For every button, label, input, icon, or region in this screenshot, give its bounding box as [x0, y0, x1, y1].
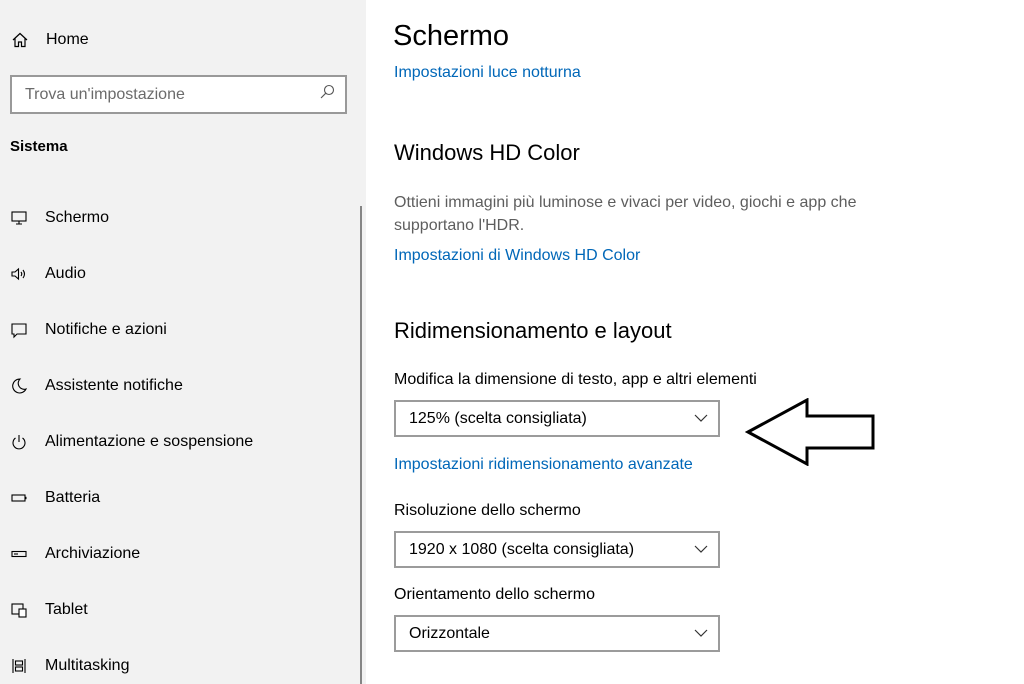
sidebar-item-archiviazione[interactable]: Archiviazione: [0, 526, 360, 582]
sidebar-item-label: Tablet: [45, 601, 88, 618]
sidebar: Home Trova un'impostazione Sistema Scher…: [0, 0, 366, 684]
multitasking-icon: [9, 656, 29, 676]
orientation-dropdown[interactable]: Orizzontale: [394, 615, 720, 652]
sidebar-item-label: Schermo: [45, 209, 110, 226]
night-light-settings-link[interactable]: Impostazioni luce notturna: [394, 64, 581, 82]
search-placeholder: Trova un'impostazione: [25, 85, 185, 103]
sidebar-item-batteria[interactable]: Batteria: [0, 470, 360, 526]
hd-color-settings-link[interactable]: Impostazioni di Windows HD Color: [394, 247, 640, 265]
sidebar-item-tablet[interactable]: Tablet: [0, 582, 360, 638]
chevron-down-icon: [694, 625, 708, 643]
sidebar-item-alimentazione[interactable]: Alimentazione e sospensione: [0, 414, 360, 470]
sidebar-item-label: Audio: [45, 265, 86, 282]
sidebar-section-title: Sistema: [10, 138, 68, 155]
power-icon: [9, 432, 29, 452]
chevron-down-icon: [694, 410, 708, 428]
resolution-value: 1920 x 1080 (scelta consigliata): [409, 540, 635, 558]
sidebar-item-label: Assistente notifiche: [45, 377, 183, 394]
resolution-dropdown[interactable]: 1920 x 1080 (scelta consigliata): [394, 531, 720, 568]
sidebar-item-label: Alimentazione e sospensione: [45, 433, 254, 450]
advanced-scaling-link[interactable]: Impostazioni ridimensionamento avanzate: [394, 456, 693, 474]
resolution-label: Risoluzione dello schermo: [394, 502, 581, 519]
storage-icon: [9, 544, 29, 564]
tablet-icon: [9, 600, 29, 620]
hd-color-description: Ottieni immagini più luminose e vivaci p…: [394, 194, 857, 234]
sidebar-home[interactable]: Home: [0, 20, 360, 60]
sidebar-item-schermo[interactable]: Schermo: [0, 190, 360, 246]
hd-color-heading: Windows HD Color: [394, 140, 580, 165]
sidebar-item-multitasking[interactable]: Multitasking: [0, 638, 360, 684]
scale-layout-heading: Ridimensionamento e layout: [394, 318, 672, 343]
scale-label: Modifica la dimensione di testo, app e a…: [394, 371, 757, 388]
sidebar-item-label: Notifiche e azioni: [45, 321, 167, 338]
scale-value: 125% (scelta consigliata): [409, 409, 587, 427]
sidebar-item-notifiche[interactable]: Notifiche e azioni: [0, 302, 360, 358]
moon-icon: [9, 376, 29, 396]
sidebar-item-label: Multitasking: [45, 657, 130, 674]
notification-icon: [9, 320, 29, 340]
annotation-arrow-icon: [745, 398, 875, 466]
sidebar-item-assistente[interactable]: Assistente notifiche: [0, 358, 360, 414]
sidebar-item-label: Batteria: [45, 489, 101, 506]
scale-dropdown[interactable]: 125% (scelta consigliata): [394, 400, 720, 437]
search-icon[interactable]: [319, 84, 335, 105]
sidebar-item-label: Archiviazione: [45, 545, 141, 562]
page-title: Schermo: [393, 20, 510, 52]
sidebar-nav: Schermo Audio Notifiche e azioni Assiste…: [0, 190, 360, 684]
battery-icon: [9, 488, 29, 508]
main-content: Schermo Impostazioni luce notturna Windo…: [393, 0, 1013, 684]
speaker-icon: [9, 264, 29, 284]
chevron-down-icon: [694, 541, 708, 559]
search-input[interactable]: Trova un'impostazione: [10, 75, 347, 114]
orientation-value: Orizzontale: [409, 624, 490, 642]
orientation-label: Orientamento dello schermo: [394, 586, 595, 603]
home-icon: [10, 30, 30, 50]
sidebar-home-label: Home: [46, 31, 89, 48]
sidebar-item-audio[interactable]: Audio: [0, 246, 360, 302]
sidebar-scrollbar[interactable]: [360, 206, 362, 684]
monitor-icon: [9, 208, 29, 228]
